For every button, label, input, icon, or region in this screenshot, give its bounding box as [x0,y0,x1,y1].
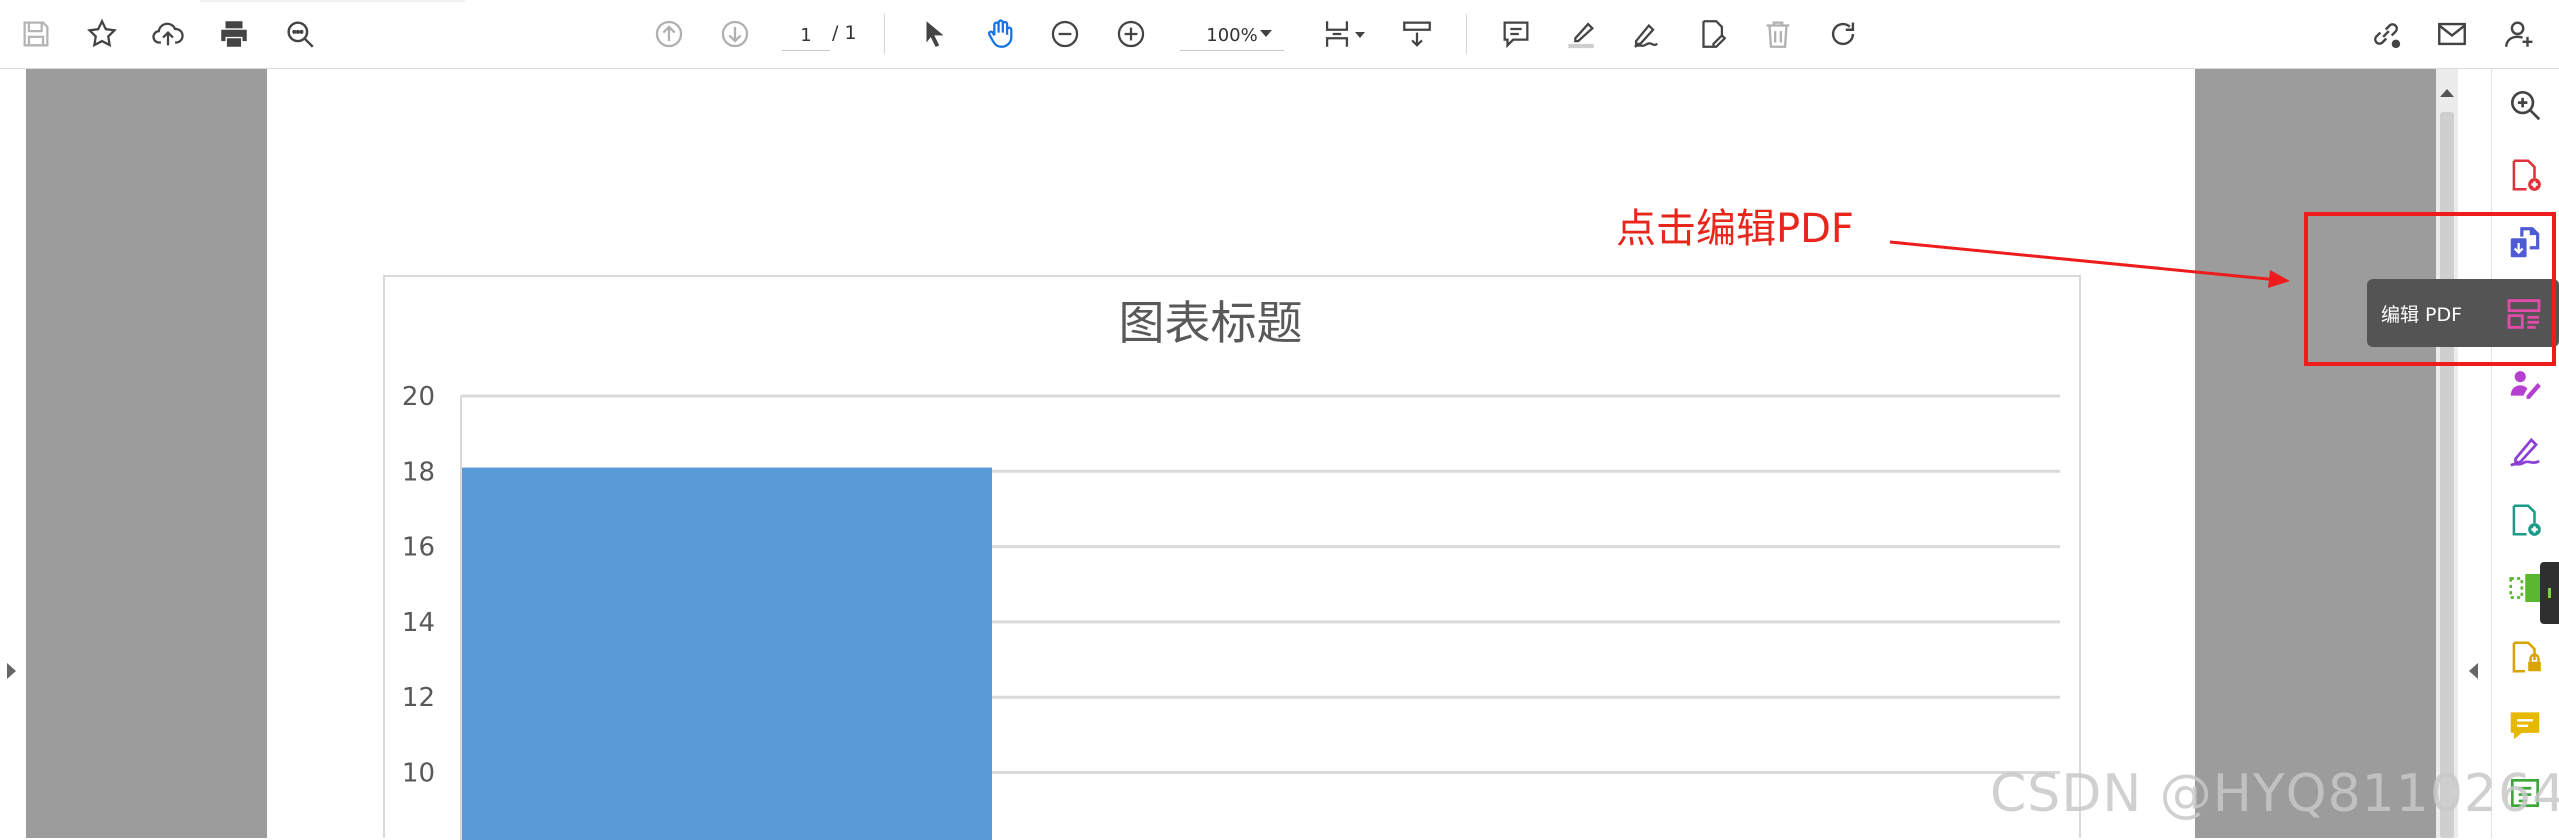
left-panel-toggle[interactable] [7,663,16,679]
cloud-upload-icon[interactable] [146,12,190,56]
email-icon[interactable] [2430,12,2474,56]
zoom-out-icon[interactable] [1043,12,1087,56]
sign-icon[interactable] [1624,12,1668,56]
y-tick-label: 20 [402,382,435,412]
create-pdf-icon[interactable] [2502,152,2548,198]
page-total-label: / 1 [832,22,857,44]
toolbar-divider [1466,14,1467,54]
fill-sign-icon[interactable] [1690,12,1734,56]
right-panel-gap [2458,69,2491,838]
comment-tool-icon[interactable] [2502,702,2548,748]
tab-strip [200,0,465,2]
highlight-icon[interactable] [1559,12,1603,56]
y-tick-label: 18 [402,457,435,487]
hand-tool-icon[interactable] [978,12,1022,56]
bar [462,467,992,840]
share-link-icon[interactable] [2364,12,2408,56]
right-panel-toggle[interactable] [2469,663,2478,679]
bookmark-star-icon[interactable] [80,12,124,56]
annotation-callout: 点击编辑PDF [1616,206,1854,252]
page-number-input[interactable] [782,20,830,51]
delete-icon[interactable] [1756,12,1800,56]
zoom-in-icon[interactable] [1109,12,1153,56]
main-toolbar: / 1 [0,0,2559,69]
annotation-arrow [1889,240,2290,288]
combine-files-icon[interactable] [2502,497,2548,543]
y-tick-label: 14 [402,608,435,638]
chart-title: 图表标题 [1119,296,1303,350]
comment-icon[interactable] [1494,12,1538,56]
bar-chart: 图表标题 10 12 14 16 18 20 [402,296,2060,840]
page-fit-icon[interactable] [1315,12,1359,56]
page-up-icon[interactable] [647,12,691,56]
print-icon[interactable] [212,12,256,56]
page-down-icon[interactable] [713,12,757,56]
protect-icon[interactable] [2502,634,2548,680]
request-sign-icon[interactable] [2502,360,2548,406]
chart-frame: 图表标题 10 12 14 16 18 20 [383,275,2081,840]
watermark: CSDN @HYQ8110264438 [1990,764,2559,824]
y-tick-label: 12 [402,683,435,713]
side-drawer-handle[interactable] [2540,562,2559,624]
toolbar-divider [884,14,885,54]
y-tick-label: 16 [402,533,435,563]
left-panel-rail [0,69,26,838]
scroll-up-button[interactable] [2436,82,2458,104]
search-zoom-icon[interactable] [278,12,322,56]
account-icon[interactable] [2497,12,2541,56]
zoom-dropdown-caret[interactable] [1260,30,1272,37]
fill-and-sign-icon[interactable] [2502,428,2548,474]
page-fit-caret[interactable] [1355,32,1365,38]
rotate-icon[interactable] [1821,12,1865,56]
zoom-tool-icon[interactable] [2502,82,2548,128]
y-tick-label: 10 [402,759,435,789]
select-cursor-icon[interactable] [913,12,957,56]
scroll-mode-icon[interactable] [1395,12,1439,56]
save-icon[interactable] [14,12,58,56]
annotation-highlight-box [2304,212,2556,366]
